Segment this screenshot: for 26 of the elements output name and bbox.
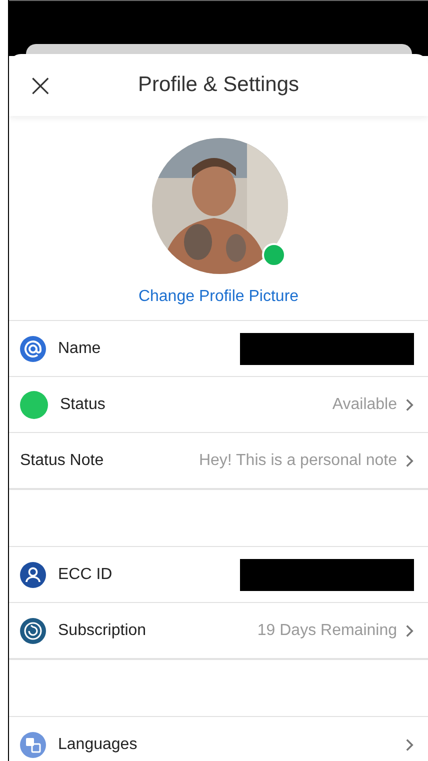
close-button[interactable]: × [9, 69, 54, 101]
chevron-icon [405, 398, 414, 412]
settings-row[interactable]: Status Note Hey! This is a personal note [9, 433, 428, 489]
row-label: Languages [58, 736, 138, 754]
row-label: Status Note [20, 452, 104, 470]
row-value: Hey! This is a personal note [198, 452, 397, 470]
person-icon [20, 562, 46, 588]
chevron-icon [405, 454, 414, 468]
row-label: ECC ID [58, 566, 112, 584]
row-value: Available [332, 396, 397, 414]
settings-row[interactable]: Languages [9, 717, 428, 761]
settings-row[interactable]: Subscription 19 Days Remaining [9, 603, 428, 659]
chevron-icon [405, 624, 414, 638]
row-label: Status [60, 396, 106, 414]
translate-icon [20, 732, 46, 758]
settings-row[interactable]: Status Available [9, 377, 428, 433]
refresh-icon [20, 618, 46, 644]
at-icon [20, 336, 46, 362]
sheet-title: Profile & Settings [138, 73, 300, 97]
chevron-icon [405, 738, 414, 752]
row-value: 19 Days Remaining [257, 622, 397, 640]
settings-row[interactable]: Name [9, 321, 428, 377]
settings-row[interactable]: ECC ID [9, 547, 428, 603]
row-label: Subscription [58, 622, 146, 640]
change-picture-link[interactable]: Change Profile Picture [134, 286, 303, 308]
row-label: Name [58, 340, 101, 358]
